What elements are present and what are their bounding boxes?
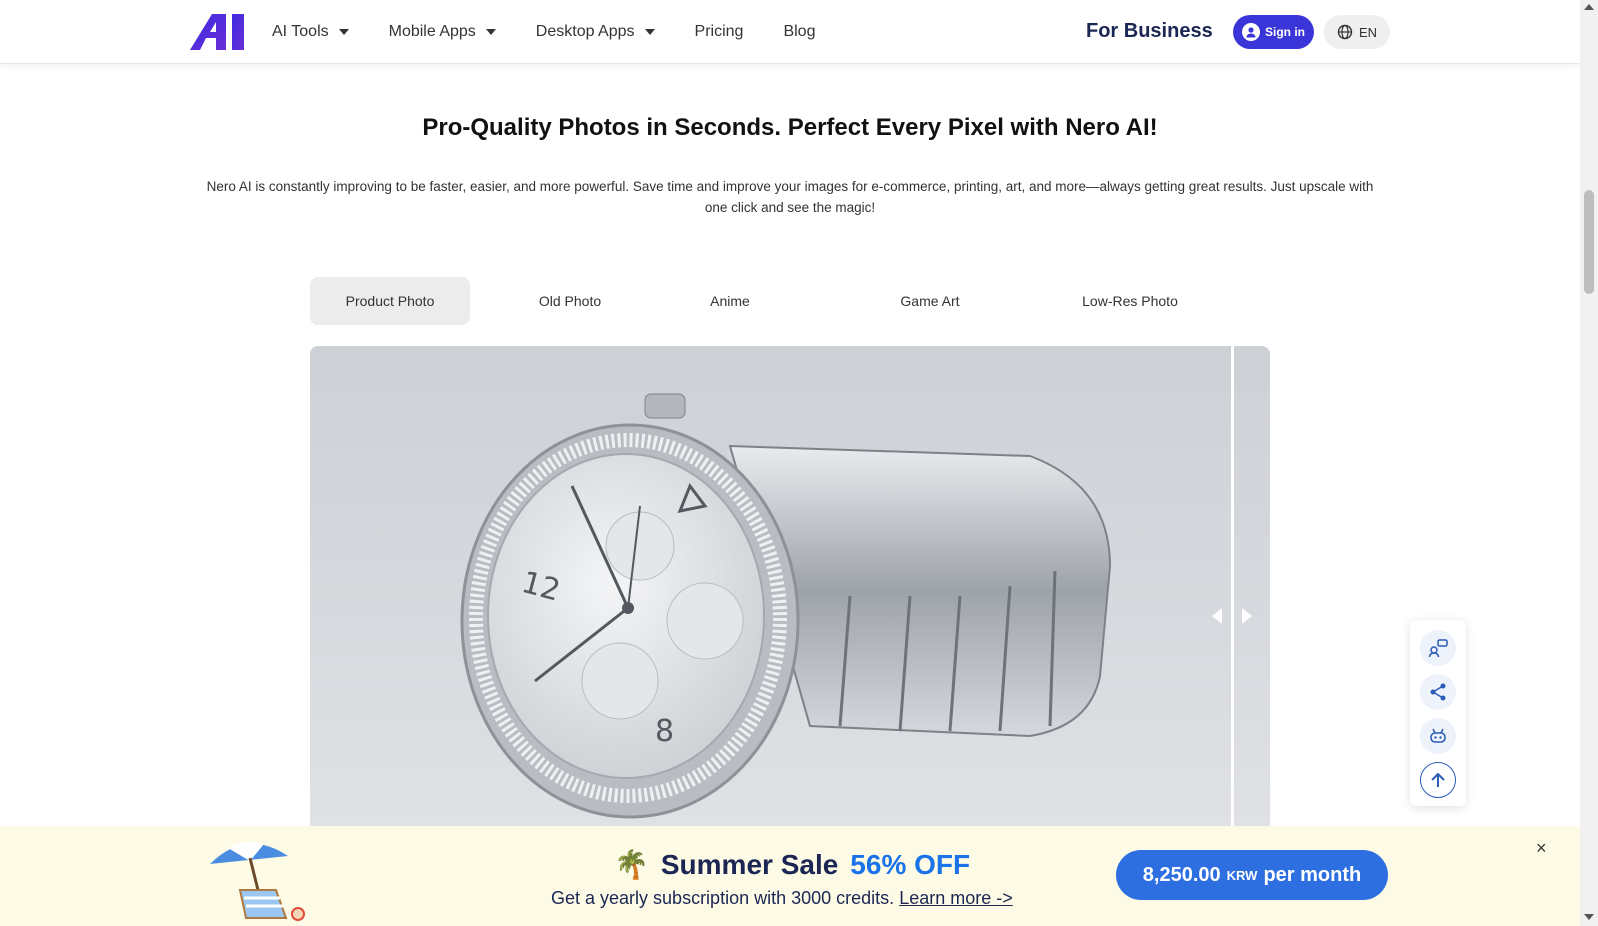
nav-ai-tools[interactable]: AI Tools bbox=[272, 23, 349, 41]
price-amount: 8,250.00 bbox=[1142, 863, 1221, 886]
share-button[interactable] bbox=[1420, 674, 1456, 710]
page-description: Nero AI is constantly improving to be fa… bbox=[206, 179, 1374, 215]
sign-in-button[interactable]: Sign in bbox=[1233, 15, 1314, 49]
summer-sale-banner: 🌴 Summer Sale 56% OFF Get a yearly subsc… bbox=[0, 826, 1580, 926]
sale-title-text: Summer Sale bbox=[660, 848, 839, 880]
sale-subtitle-text: Get a yearly subscription with 3000 cred… bbox=[551, 888, 895, 908]
price-currency: KRW bbox=[1226, 867, 1258, 883]
page-scrollbar[interactable] bbox=[1580, 0, 1598, 926]
sign-in-label: Sign in bbox=[1265, 25, 1305, 39]
caret-down-icon bbox=[485, 29, 496, 35]
nav-pricing-label: Pricing bbox=[694, 23, 744, 40]
language-label: EN bbox=[1358, 24, 1378, 40]
nav-ai-tools-label: AI Tools bbox=[272, 23, 329, 40]
floating-toolbar bbox=[1410, 620, 1466, 806]
beach-chair-umbrella-illustration bbox=[210, 841, 305, 921]
svg-text:8: 8 bbox=[655, 714, 674, 749]
tab-low-res-photo[interactable]: Low-Res Photo bbox=[1030, 277, 1230, 325]
nav-desktop-apps[interactable]: Desktop Apps bbox=[536, 23, 655, 41]
sample-tabs: Product Photo Old Photo Anime Game Art L… bbox=[310, 277, 1310, 325]
main-nav: AI Tools Mobile Apps Desktop Apps Pricin… bbox=[272, 0, 855, 64]
arrow-up-icon bbox=[1431, 772, 1445, 787]
feedback-icon bbox=[1428, 639, 1448, 658]
watch-image: 12 8 bbox=[460, 393, 1112, 819]
page-headline: Pro-Quality Photos in Seconds. Perfect E… bbox=[422, 114, 1158, 141]
learn-more-link[interactable]: Learn more -> bbox=[899, 888, 1013, 908]
comparison-divider[interactable] bbox=[1231, 346, 1234, 826]
scroll-up-arrow-icon[interactable] bbox=[1584, 4, 1594, 10]
share-icon bbox=[1430, 683, 1446, 701]
site-header: AI Tools Mobile Apps Desktop Apps Pricin… bbox=[0, 0, 1580, 64]
scroll-thumb[interactable] bbox=[1584, 190, 1594, 294]
scroll-down-arrow-icon[interactable] bbox=[1584, 914, 1594, 920]
nav-desktop-apps-label: Desktop Apps bbox=[535, 23, 635, 40]
caret-down-icon bbox=[338, 29, 349, 35]
nav-pricing[interactable]: Pricing bbox=[695, 23, 744, 41]
price-period: per month bbox=[1263, 863, 1362, 886]
tab-old-photo[interactable]: Old Photo bbox=[510, 277, 630, 325]
tab-product-photo[interactable]: Product Photo bbox=[310, 277, 470, 325]
before-after-comparison[interactable]: 12 8 bbox=[310, 346, 1270, 826]
nav-blog-label: Blog bbox=[783, 23, 816, 40]
nav-mobile-apps-label: Mobile Apps bbox=[388, 23, 476, 40]
price-button[interactable]: 8,250.00 KRW per month bbox=[1116, 850, 1388, 900]
nav-blog[interactable]: Blog bbox=[783, 23, 815, 41]
feedback-button[interactable] bbox=[1420, 630, 1456, 666]
sale-subtitle: Get a yearly subscription with 3000 cred… bbox=[551, 888, 1013, 909]
globe-icon bbox=[1337, 24, 1353, 40]
user-icon bbox=[1242, 23, 1260, 41]
close-banner-icon[interactable]: × bbox=[1536, 838, 1547, 859]
android-icon bbox=[1430, 728, 1446, 743]
caret-down-icon bbox=[644, 29, 655, 35]
palm-tree-icon: 🌴 bbox=[614, 849, 649, 880]
sale-title: 🌴 Summer Sale 56% OFF bbox=[614, 848, 970, 881]
sale-discount: 56% OFF bbox=[850, 848, 971, 880]
drag-handle-arrows-icon[interactable] bbox=[1212, 608, 1252, 624]
tab-anime[interactable]: Anime bbox=[630, 277, 830, 325]
for-business-link[interactable]: For Business bbox=[1086, 20, 1213, 43]
android-app-button[interactable] bbox=[1420, 718, 1456, 754]
nav-mobile-apps[interactable]: Mobile Apps bbox=[389, 23, 496, 41]
back-to-top-button[interactable] bbox=[1420, 762, 1456, 798]
language-switcher[interactable]: EN bbox=[1324, 15, 1390, 49]
nero-ai-logo[interactable] bbox=[190, 14, 246, 50]
tab-game-art[interactable]: Game Art bbox=[830, 277, 1030, 325]
